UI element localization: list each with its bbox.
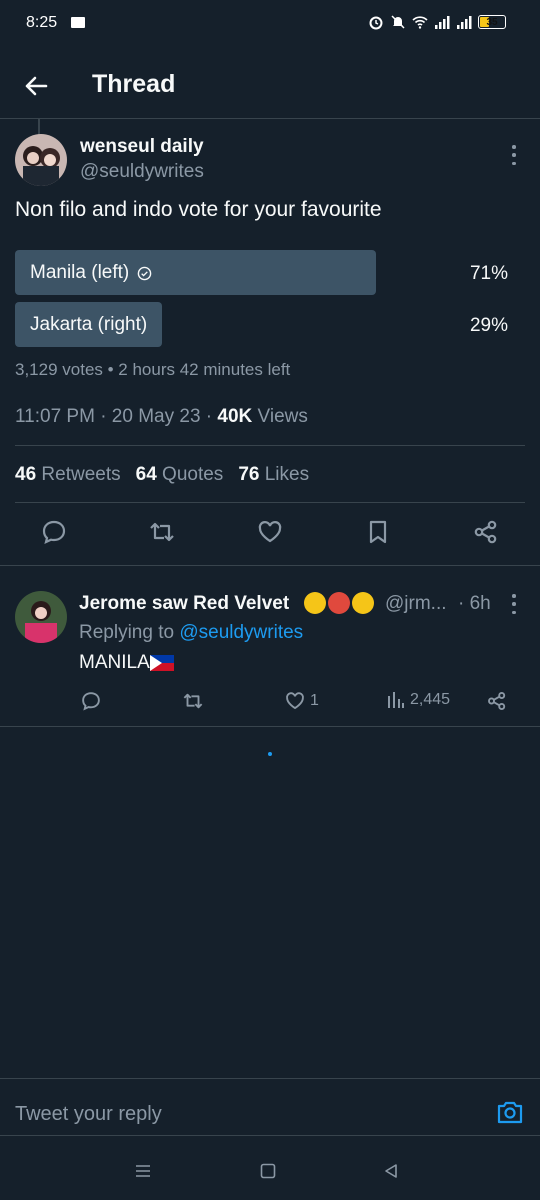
poll-option-label: Manila (left) [30, 262, 130, 283]
loading-indicator [268, 752, 272, 756]
system-nav-bar [0, 1140, 540, 1200]
reply-actions: 1 2,445 [0, 690, 540, 716]
timestamp-text: 11:07 PM · 20 May 23 · [15, 406, 218, 427]
stats-divider [15, 502, 525, 503]
views-chart-icon [388, 692, 404, 708]
views-label: Views [252, 406, 308, 427]
reply-text: MANILA [79, 652, 174, 674]
battery-icon: 35 [478, 15, 506, 29]
share-icon[interactable] [472, 518, 500, 546]
actions-divider [0, 565, 540, 566]
signal-icon-2 [457, 16, 472, 29]
reply-more-options-icon[interactable] [511, 594, 517, 614]
camera-icon[interactable] [496, 1099, 524, 1125]
name-emojis [304, 592, 374, 614]
reply-author-name[interactable]: Jerome saw Red Velvet [79, 593, 289, 615]
menu-nav-icon[interactable] [134, 1162, 152, 1180]
retweet-icon[interactable] [148, 518, 176, 546]
tweet-text: Non filo and indo vote for your favourit… [15, 198, 382, 221]
home-nav-icon[interactable] [259, 1162, 277, 1180]
mail-notification-icon [71, 17, 85, 28]
poll-percent: 71% [469, 263, 508, 284]
author-handle[interactable]: @seuldywrites [80, 161, 204, 183]
tweet-stats: 46 Retweets 64 Quotes 76 Likes [15, 464, 309, 486]
replying-to: Replying to @seuldywrites [79, 622, 304, 643]
header-divider [0, 118, 540, 119]
poll-option-manila[interactable]: Manila (left) 71% [15, 250, 525, 295]
reply-retweet-button[interactable] [182, 690, 204, 712]
quotes-stat[interactable]: 64 Quotes [136, 464, 224, 486]
reply-divider [0, 726, 540, 727]
reply-reply-button[interactable] [80, 690, 102, 712]
views-count[interactable]: 40K [217, 406, 252, 427]
reply-input-placeholder[interactable]: Tweet your reply [15, 1103, 162, 1126]
reply-composer[interactable]: Tweet your reply [0, 1078, 540, 1136]
page-title: Thread [92, 70, 176, 98]
signal-icon [435, 16, 450, 29]
tweet-actions [0, 518, 540, 550]
poll-percent: 29% [469, 315, 508, 336]
poll-summary: 3,129 votes • 2 hours 42 minutes left [15, 360, 291, 379]
more-options-icon[interactable] [511, 145, 517, 165]
status-icons: 35 [368, 14, 506, 30]
share-icon [488, 692, 506, 710]
wifi-icon [412, 16, 428, 29]
party-popper-emoji-icon [328, 592, 350, 614]
like-icon [286, 692, 304, 710]
reply-icon[interactable] [40, 518, 68, 546]
poll-option-label: Jakarta (right) [30, 314, 148, 335]
selected-check-icon [137, 266, 152, 280]
reply-author-avatar[interactable] [15, 591, 67, 643]
poll-option-jakarta[interactable]: Jakarta (right) 29% [15, 302, 525, 347]
retweets-stat[interactable]: 46 Retweets [15, 464, 121, 486]
status-time: 8:25 [26, 14, 58, 31]
reply-like-button[interactable]: 1 [284, 690, 319, 712]
retweet-icon [183, 693, 203, 709]
reply-views-count: 2,445 [410, 691, 451, 708]
reply-icon [82, 692, 100, 711]
reply-share-button[interactable] [486, 690, 508, 712]
author-avatar[interactable] [15, 134, 67, 186]
reply-like-count: 1 [310, 692, 319, 709]
meta-divider [15, 445, 525, 446]
philippines-flag-emoji-icon [149, 655, 174, 671]
mute-icon [391, 15, 405, 29]
status-bar: 8:25 35 [0, 0, 540, 48]
like-icon[interactable] [256, 518, 284, 546]
party-face-emoji-icon [304, 592, 326, 614]
battery-level: 35 [486, 16, 498, 28]
alarm-icon [369, 16, 383, 30]
back-nav-icon[interactable] [382, 1162, 400, 1180]
heart-eyes-emoji-icon [352, 592, 374, 614]
reply-age: · 6h [458, 593, 491, 614]
author-name[interactable]: wenseul daily [80, 136, 204, 158]
reply-author-handle[interactable]: @jrm... [385, 593, 447, 615]
back-arrow-icon[interactable] [22, 72, 50, 100]
reply-views-button[interactable]: 2,445 [386, 690, 450, 710]
replying-to-handle[interactable]: @seuldywrites [179, 622, 303, 643]
likes-stat[interactable]: 76 Likes [238, 464, 309, 486]
bookmark-icon[interactable] [364, 518, 392, 546]
app-header: Thread [0, 60, 540, 118]
tweet-timestamp: 11:07 PM · 20 May 23 · 40K Views [15, 406, 308, 428]
